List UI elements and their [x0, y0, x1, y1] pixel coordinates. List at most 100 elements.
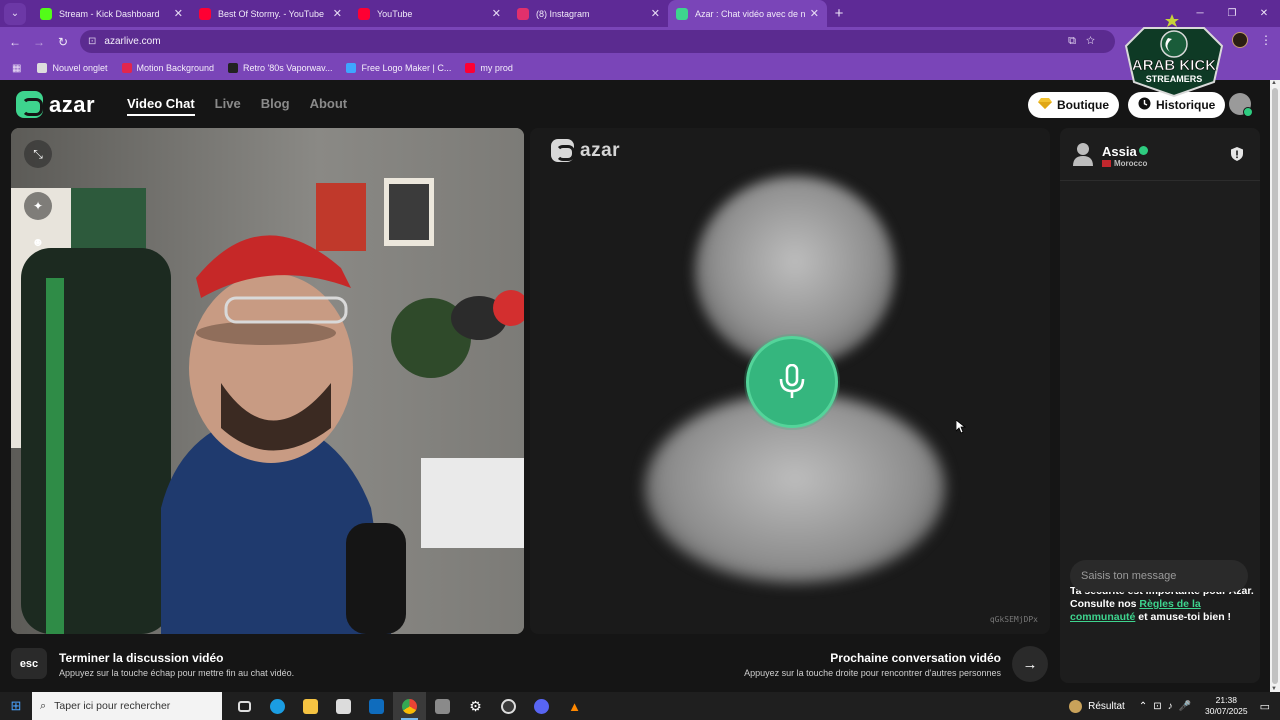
self-video-image: [11, 128, 524, 634]
tab-close-icon[interactable]: ✕: [174, 7, 183, 20]
nav-blog[interactable]: Blog: [261, 96, 290, 111]
page-scrollbar[interactable]: ▲ ▼: [1270, 80, 1280, 692]
taskbar-apps: ⚙ ▲: [228, 692, 591, 720]
next-chat-title[interactable]: Prochaine conversation vidéo: [830, 651, 1001, 665]
microphone-icon: [779, 364, 805, 398]
morocco-flag-icon: [1102, 160, 1111, 167]
task-view-icon[interactable]: [228, 692, 261, 720]
profile-avatar[interactable]: [1232, 32, 1248, 48]
boutique-label: Boutique: [1057, 98, 1109, 112]
bookmark-favicon-icon: [346, 63, 357, 73]
gem-icon: [1038, 98, 1052, 112]
partner-avatar-icon[interactable]: [1073, 142, 1093, 166]
address-bar-row: ← → ↻ ⊡ azarlive.com ⧉☆ ⋮: [0, 27, 1280, 56]
taskbar-clock[interactable]: 21:38 30/07/2025: [1205, 695, 1248, 717]
bookmarks-bar: ▦ Nouvel onglet Motion Background Retro '8…: [0, 56, 1280, 80]
nav-about[interactable]: About: [310, 96, 348, 111]
discord-icon[interactable]: [525, 692, 558, 720]
browser-tab[interactable]: Stream - Kick Dashboard ✕: [32, 0, 191, 27]
tab-title: Best Of Stormy. - YouTube: [218, 8, 325, 19]
close-window-icon[interactable]: ✕: [1248, 0, 1280, 27]
site-info-icon[interactable]: ⊡: [88, 36, 96, 47]
tab-title: YouTube: [377, 8, 413, 19]
apps-grid-icon[interactable]: ▦: [12, 63, 21, 74]
file-explorer-icon[interactable]: [294, 692, 327, 720]
next-chat-button[interactable]: →: [1012, 646, 1048, 682]
partner-country: Morocco: [1102, 159, 1147, 168]
nav-live[interactable]: Live: [215, 96, 241, 111]
menu-kebab-icon[interactable]: ⋮: [1260, 33, 1272, 47]
minimize-video-button[interactable]: ⤡: [24, 140, 52, 168]
end-chat-title[interactable]: Terminer la discussion vidéo: [59, 651, 224, 665]
scroll-up-icon[interactable]: ▲: [1271, 80, 1277, 86]
omnibox-actions[interactable]: ⧉☆: [1068, 35, 1105, 48]
reload-icon[interactable]: ↻: [51, 35, 75, 49]
verified-badge-icon: [1139, 146, 1148, 155]
back-icon[interactable]: ←: [3, 35, 27, 49]
browser-tab[interactable]: Best Of Stormy. - YouTube ✕: [191, 0, 350, 27]
clock-time: 21:38: [1215, 695, 1237, 705]
esc-label: esc: [19, 657, 39, 670]
weather-widget[interactable]: Résultat: [1069, 699, 1125, 713]
omnibox[interactable]: ⊡ azarlive.com ⧉☆: [80, 30, 1115, 53]
chat-message-input[interactable]: [1070, 560, 1248, 592]
bookmark-favicon-icon: [37, 63, 48, 73]
tab-title: (8) Instagram: [536, 8, 590, 19]
bookmark-item[interactable]: Motion Background: [121, 63, 214, 73]
audio-only-mic: [746, 336, 838, 428]
partner-name: Assia: [1102, 144, 1137, 159]
end-chat-esc-button[interactable]: esc: [11, 648, 47, 679]
tab-search-button[interactable]: ⌄: [4, 2, 26, 25]
store-icon[interactable]: [327, 692, 360, 720]
report-shield-icon[interactable]: [1231, 147, 1243, 161]
scrollbar-thumb[interactable]: [1272, 88, 1278, 684]
obs-icon[interactable]: [492, 692, 525, 720]
windows-taskbar: ⊞ ⌕ Taper ici pour rechercher ⚙ ▲ Résult…: [0, 692, 1280, 720]
system-tray-icons[interactable]: ⌃⊡♪🎤: [1139, 701, 1197, 712]
bookmark-item[interactable]: Retro '80s Vaporwav...: [228, 63, 332, 73]
tab-close-icon[interactable]: ✕: [810, 7, 819, 20]
clock-date: 30/07/2025: [1205, 706, 1248, 716]
partner-id-code: qGkSEMjDPx: [989, 615, 1038, 624]
browser-tab[interactable]: (8) Instagram ✕: [509, 0, 668, 27]
main-nav: Video Chat Live Blog About: [127, 96, 367, 116]
azar-logo[interactable]: azar: [16, 91, 95, 118]
browser-tab-bar: ⌄ Stream - Kick Dashboard ✕ Best Of Stormy…: [0, 0, 1280, 27]
vlc-icon[interactable]: ▲: [558, 692, 591, 720]
bookmark-item[interactable]: my prod: [465, 63, 513, 73]
effects-button[interactable]: ✦: [24, 192, 52, 220]
outlook-icon[interactable]: [360, 692, 393, 720]
bookmark-label: Free Logo Maker | C...: [361, 63, 452, 73]
app-icon[interactable]: [426, 692, 459, 720]
bookmark-favicon-icon: [121, 63, 132, 73]
site-header: azar Video Chat Live Blog About Boutique…: [0, 80, 1270, 128]
notification-icon[interactable]: ▭: [1260, 700, 1270, 713]
browser-tab[interactable]: Azar : Chat vidéo avec de n ✕: [668, 0, 827, 27]
bookmark-item[interactable]: Nouvel onglet: [37, 63, 108, 73]
settings-icon[interactable]: ⚙: [459, 692, 492, 720]
boutique-button[interactable]: Boutique: [1028, 92, 1119, 118]
tab-close-icon[interactable]: ✕: [492, 7, 501, 20]
forward-icon[interactable]: →: [27, 35, 51, 49]
bookmark-item[interactable]: Free Logo Maker | C...: [346, 63, 451, 73]
profile-area: ⋮: [1232, 32, 1272, 48]
tab-strip: Stream - Kick Dashboard ✕ Best Of Stormy. …: [32, 0, 827, 27]
taskbar-search[interactable]: ⌕ Taper ici pour rechercher: [32, 692, 222, 720]
tab-close-icon[interactable]: ✕: [651, 7, 660, 20]
tab-close-icon[interactable]: ✕: [333, 7, 342, 20]
bookmark-favicon-icon: [465, 63, 476, 73]
nav-video-chat[interactable]: Video Chat: [127, 96, 195, 116]
windows-start-icon[interactable]: ⊞: [0, 698, 32, 714]
chat-panel: Assia Morocco Ta sécurité est importante…: [1060, 128, 1260, 683]
new-tab-button[interactable]: +: [827, 5, 851, 22]
browser-tab[interactable]: YouTube ✕: [350, 0, 509, 27]
bookmark-label: my prod: [480, 63, 513, 73]
face-filter-button[interactable]: ☻: [24, 228, 52, 256]
edge-icon[interactable]: [261, 692, 294, 720]
minimize-video-icon: ⤡: [33, 146, 43, 161]
url-text[interactable]: azarlive.com: [104, 36, 160, 47]
tab-title: Azar : Chat vidéo avec de n: [695, 8, 806, 19]
azar-logo-icon: [16, 91, 43, 118]
account-avatar-icon[interactable]: [1229, 93, 1253, 117]
chrome-icon[interactable]: [393, 692, 426, 720]
